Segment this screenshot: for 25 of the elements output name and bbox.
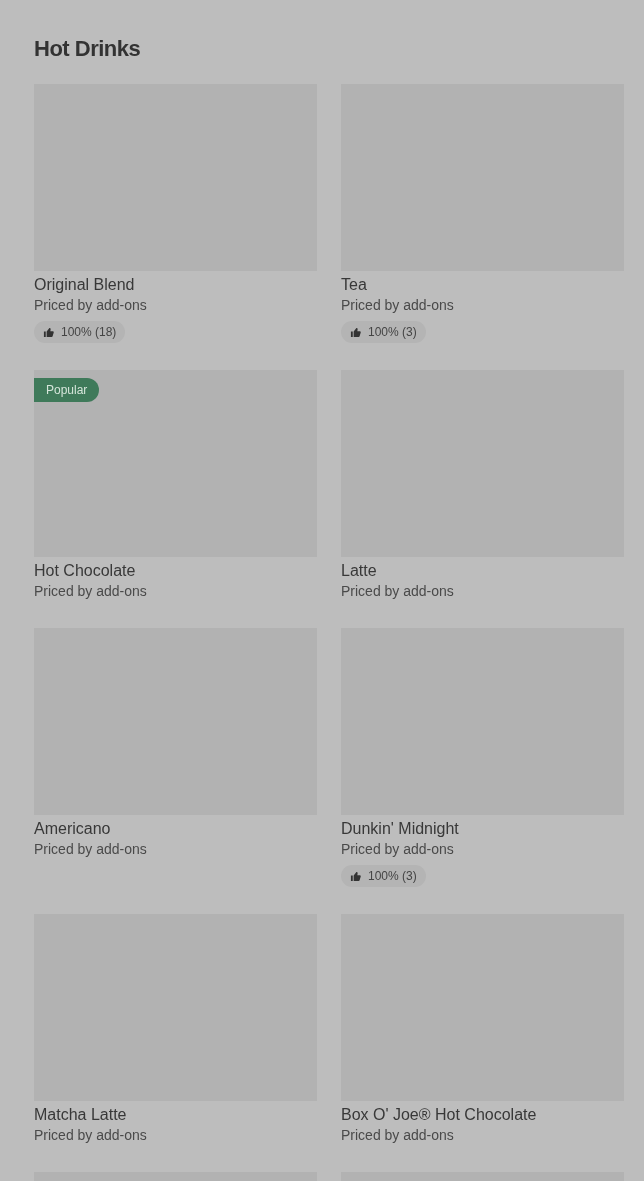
item-price: Priced by add-ons: [34, 296, 148, 315]
rating-text: 100% (18): [61, 325, 117, 339]
image-placeholder[interactable]: [34, 370, 317, 557]
item-name[interactable]: Dunkin' Midnight: [341, 819, 624, 839]
thumbs-up-icon: [350, 326, 361, 338]
item-name[interactable]: Tea: [341, 275, 624, 295]
item-price: Priced by add-ons: [341, 582, 455, 601]
thumbs-up-icon: [350, 870, 361, 882]
item-name[interactable]: Americano: [34, 819, 317, 839]
item-price: Priced by add-ons: [341, 296, 455, 315]
item-name[interactable]: Original Blend: [34, 275, 317, 295]
item-name[interactable]: Latte: [341, 561, 624, 581]
popular-badge: Popular: [34, 378, 100, 402]
rating-text: 100% (3): [368, 325, 417, 339]
item-price: Priced by add-ons: [34, 1126, 148, 1145]
item-name[interactable]: Matcha Latte: [34, 1105, 317, 1125]
item-price: Priced by add-ons: [34, 582, 148, 601]
item-price: Priced by add-ons: [341, 1126, 455, 1145]
item-price: Priced by add-ons: [34, 840, 148, 859]
rating-text: 100% (3): [368, 869, 417, 883]
item-name[interactable]: Hot Chocolate: [34, 561, 317, 581]
item-price: Priced by add-ons: [341, 840, 455, 859]
section-heading: Hot Drinks: [34, 35, 142, 63]
item-name[interactable]: Box O' Joe® Hot Chocolate: [341, 1105, 624, 1125]
thumbs-up-icon: [43, 326, 54, 338]
